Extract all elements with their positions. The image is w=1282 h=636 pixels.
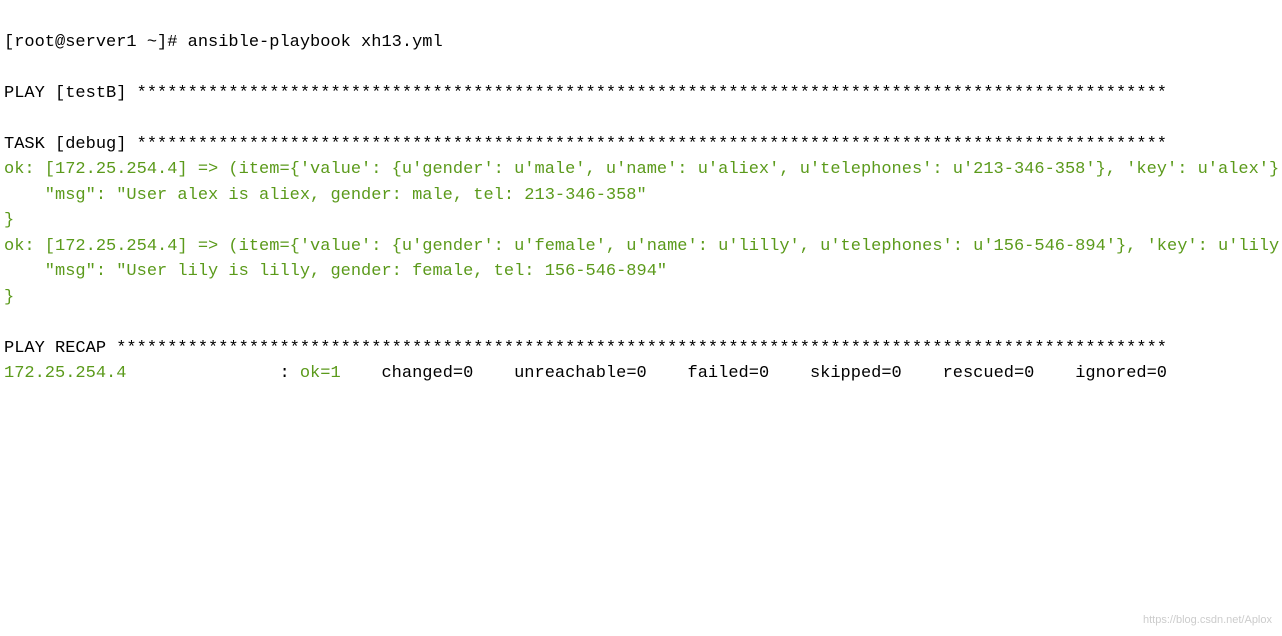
recap-colon: :: [269, 364, 300, 383]
play-header: PLAY [testB] ***************************…: [4, 84, 1167, 103]
recap-header: PLAY RECAP *****************************…: [4, 339, 1167, 358]
terminal-output: [root@server1 ~]# ansible-playbook xh13.…: [4, 30, 1278, 387]
watermark: https://blog.csdn.net/Aplox: [1143, 612, 1272, 629]
recap-rest-line1: changed=0 unreachable=0 failed=0 skipped…: [341, 364, 1167, 383]
task-result-2: ok: [172.25.254.4] => (item={'value': {u…: [4, 237, 1282, 307]
command-line: [root@server1 ~]# ansible-playbook xh13.…: [4, 33, 443, 52]
recap-host: 172.25.254.4: [4, 364, 269, 383]
task-result-1: ok: [172.25.254.4] => (item={'value': {u…: [4, 160, 1282, 230]
task-header: TASK [debug] ***************************…: [4, 135, 1167, 154]
recap-ok: ok=1: [300, 364, 341, 383]
